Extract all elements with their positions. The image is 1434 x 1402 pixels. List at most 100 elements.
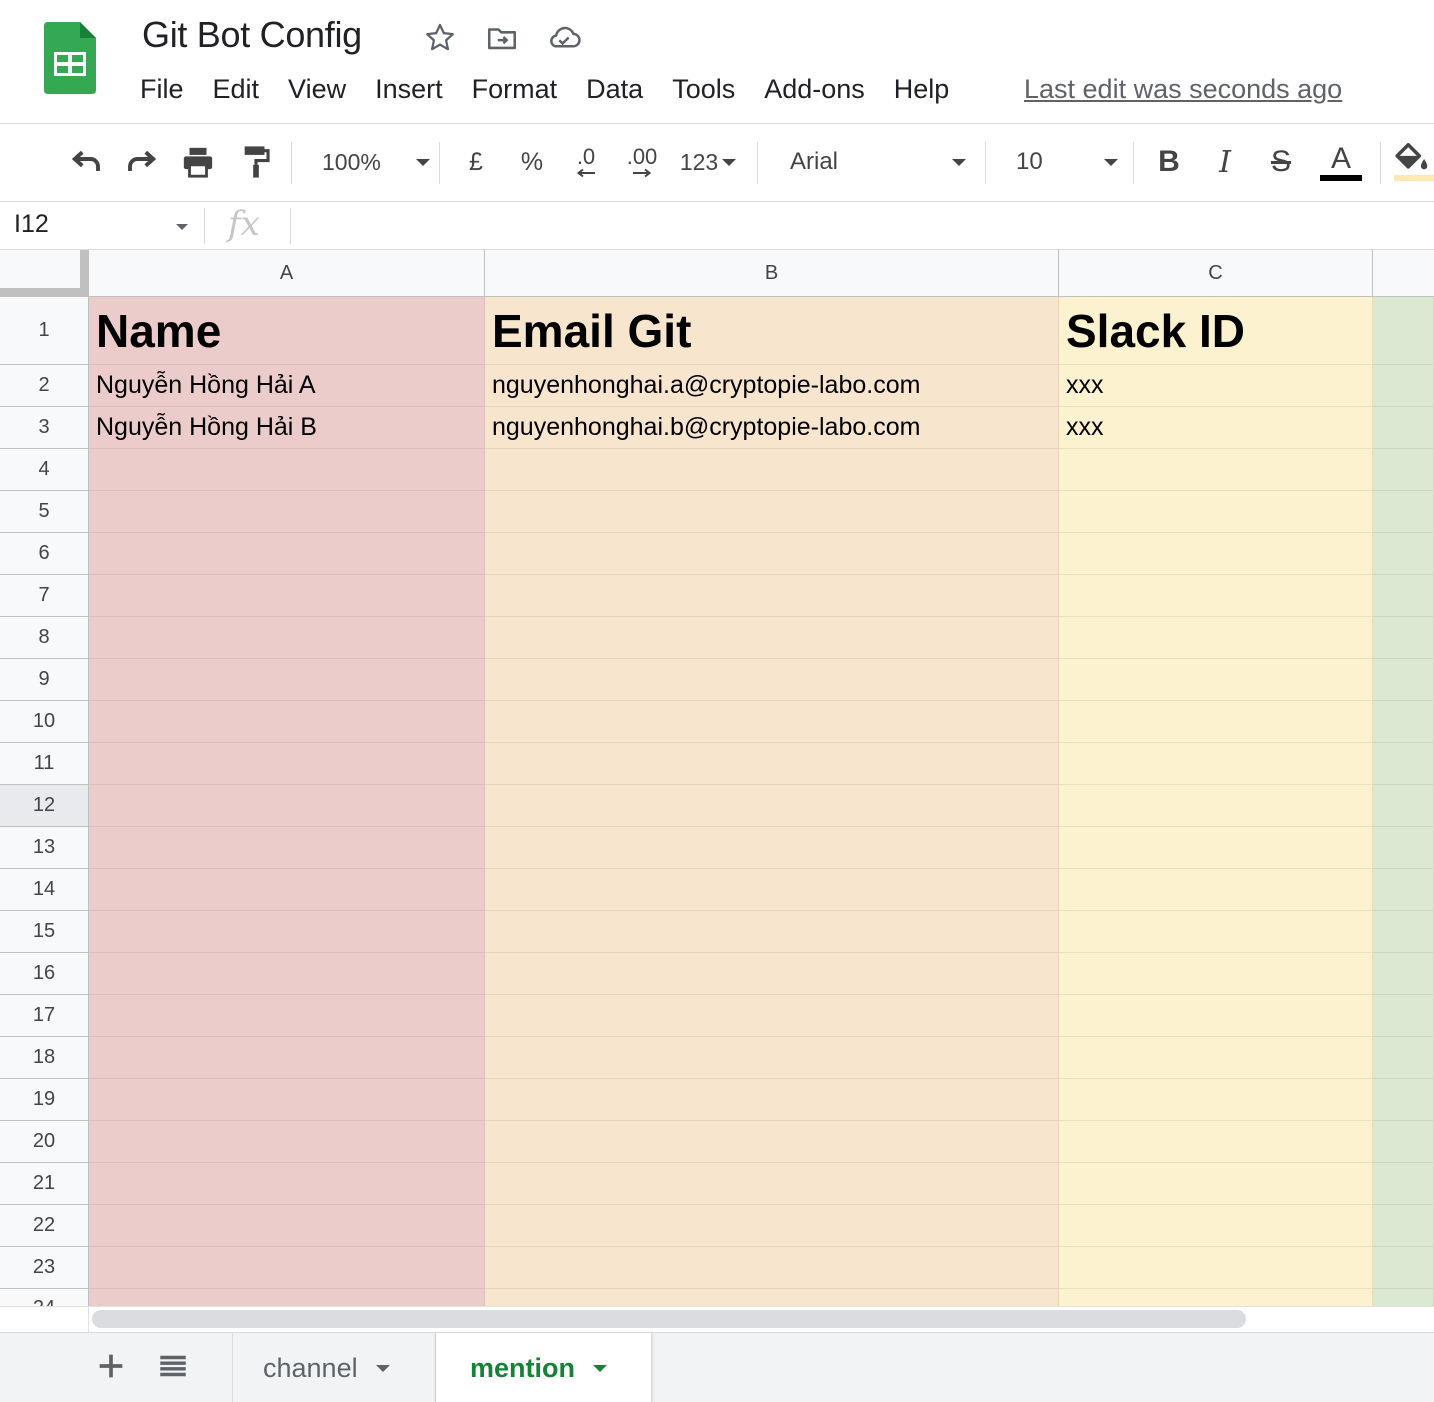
menu-file[interactable]: File	[140, 74, 184, 105]
cell-d22[interactable]	[1373, 1205, 1434, 1247]
cell-c2[interactable]: xxx	[1059, 365, 1373, 407]
cell-b4[interactable]	[485, 449, 1059, 491]
cell-c16[interactable]	[1059, 953, 1373, 995]
cell-c8[interactable]	[1059, 617, 1373, 659]
cell-c4[interactable]	[1059, 449, 1373, 491]
print-icon[interactable]	[176, 138, 220, 186]
cell-a11[interactable]	[89, 743, 485, 785]
cell-b22[interactable]	[485, 1205, 1059, 1247]
cell-d17[interactable]	[1373, 995, 1434, 1037]
cell-d18[interactable]	[1373, 1037, 1434, 1079]
cell-d20[interactable]	[1373, 1121, 1434, 1163]
cell-c19[interactable]	[1059, 1079, 1373, 1121]
menu-add-ons[interactable]: Add-ons	[764, 74, 865, 105]
cell-d19[interactable]	[1373, 1079, 1434, 1121]
row-header[interactable]: 24	[0, 1289, 89, 1306]
cell-d12[interactable]	[1373, 785, 1434, 827]
cell-d10[interactable]	[1373, 701, 1434, 743]
cell-b5[interactable]	[485, 491, 1059, 533]
paint-format-icon[interactable]	[234, 138, 278, 186]
cell-d15[interactable]	[1373, 911, 1434, 953]
column-header-b[interactable]: B	[485, 250, 1059, 297]
cell-b17[interactable]	[485, 995, 1059, 1037]
cell-b10[interactable]	[485, 701, 1059, 743]
row-header[interactable]: 2	[0, 365, 89, 407]
spreadsheet-grid[interactable]: A B C 1 Name Email Git Slack ID 2 Nguyễn…	[0, 250, 1434, 1306]
cell-d2[interactable]	[1373, 365, 1434, 407]
cell-a9[interactable]	[89, 659, 485, 701]
cell-a3[interactable]: Nguyễn Hồng Hải B	[89, 407, 485, 449]
cell-c20[interactable]	[1059, 1121, 1373, 1163]
row-header[interactable]: 8	[0, 617, 89, 659]
cell-b11[interactable]	[485, 743, 1059, 785]
row-header[interactable]: 3	[0, 407, 89, 449]
cell-a2[interactable]: Nguyễn Hồng Hải A	[89, 365, 485, 407]
cell-b23[interactable]	[485, 1247, 1059, 1289]
row-header[interactable]: 18	[0, 1037, 89, 1079]
cell-d8[interactable]	[1373, 617, 1434, 659]
cell-a19[interactable]	[89, 1079, 485, 1121]
cell-d4[interactable]	[1373, 449, 1434, 491]
cell-a23[interactable]	[89, 1247, 485, 1289]
text-color-button[interactable]: A	[1318, 138, 1364, 186]
cell-b19[interactable]	[485, 1079, 1059, 1121]
cell-b18[interactable]	[485, 1037, 1059, 1079]
cell-a16[interactable]	[89, 953, 485, 995]
cell-a22[interactable]	[89, 1205, 485, 1247]
menu-tools[interactable]: Tools	[672, 74, 735, 105]
font-family-select[interactable]: Arial	[776, 138, 970, 186]
cell-b9[interactable]	[485, 659, 1059, 701]
row-header[interactable]: 21	[0, 1163, 89, 1205]
zoom-select[interactable]: 100%	[312, 138, 430, 186]
row-header[interactable]: 22	[0, 1205, 89, 1247]
menu-format[interactable]: Format	[472, 74, 558, 105]
cell-a24[interactable]	[89, 1289, 485, 1306]
row-header[interactable]: 16	[0, 953, 89, 995]
select-all-corner[interactable]	[0, 250, 89, 297]
column-header-c[interactable]: C	[1059, 250, 1373, 297]
add-sheet-icon[interactable]	[94, 1349, 128, 1383]
horizontal-scrollbar-track[interactable]	[0, 1306, 89, 1332]
cell-d3[interactable]	[1373, 407, 1434, 449]
cell-b3[interactable]: nguyenhonghai.b@cryptopie-labo.com	[485, 407, 1059, 449]
row-header[interactable]: 11	[0, 743, 89, 785]
cell-b1[interactable]: Email Git	[485, 297, 1059, 365]
sheet-tab-mention[interactable]: mention	[436, 1333, 652, 1402]
cell-b15[interactable]	[485, 911, 1059, 953]
font-size-select[interactable]: 10	[1004, 138, 1118, 186]
strikethrough-button[interactable]: S	[1262, 138, 1300, 186]
last-edit-link[interactable]: Last edit was seconds ago	[1024, 74, 1342, 105]
cell-c6[interactable]	[1059, 533, 1373, 575]
cell-d13[interactable]	[1373, 827, 1434, 869]
cell-d14[interactable]	[1373, 869, 1434, 911]
cell-d6[interactable]	[1373, 533, 1434, 575]
cell-c13[interactable]	[1059, 827, 1373, 869]
cell-d16[interactable]	[1373, 953, 1434, 995]
cell-b20[interactable]	[485, 1121, 1059, 1163]
cell-b12[interactable]	[485, 785, 1059, 827]
column-header-d[interactable]	[1373, 250, 1434, 297]
document-title[interactable]: Git Bot Config	[142, 14, 362, 56]
chevron-down-icon[interactable]	[176, 224, 188, 230]
cell-b6[interactable]	[485, 533, 1059, 575]
cell-a10[interactable]	[89, 701, 485, 743]
bold-button[interactable]: B	[1150, 138, 1188, 186]
menu-view[interactable]: View	[288, 74, 346, 105]
cell-c22[interactable]	[1059, 1205, 1373, 1247]
menu-edit[interactable]: Edit	[213, 74, 260, 105]
cell-d1[interactable]	[1373, 297, 1434, 365]
row-header[interactable]: 17	[0, 995, 89, 1037]
menu-data[interactable]: Data	[586, 74, 643, 105]
currency-format-button[interactable]: £	[458, 138, 494, 186]
cell-b21[interactable]	[485, 1163, 1059, 1205]
row-header[interactable]: 19	[0, 1079, 89, 1121]
row-header[interactable]: 5	[0, 491, 89, 533]
cell-a12[interactable]	[89, 785, 485, 827]
cell-c14[interactable]	[1059, 869, 1373, 911]
column-header-a[interactable]: A	[89, 250, 485, 297]
cell-c12[interactable]	[1059, 785, 1373, 827]
all-sheets-icon[interactable]	[156, 1349, 190, 1383]
formula-input[interactable]	[300, 208, 1420, 244]
cell-b14[interactable]	[485, 869, 1059, 911]
cell-d5[interactable]	[1373, 491, 1434, 533]
